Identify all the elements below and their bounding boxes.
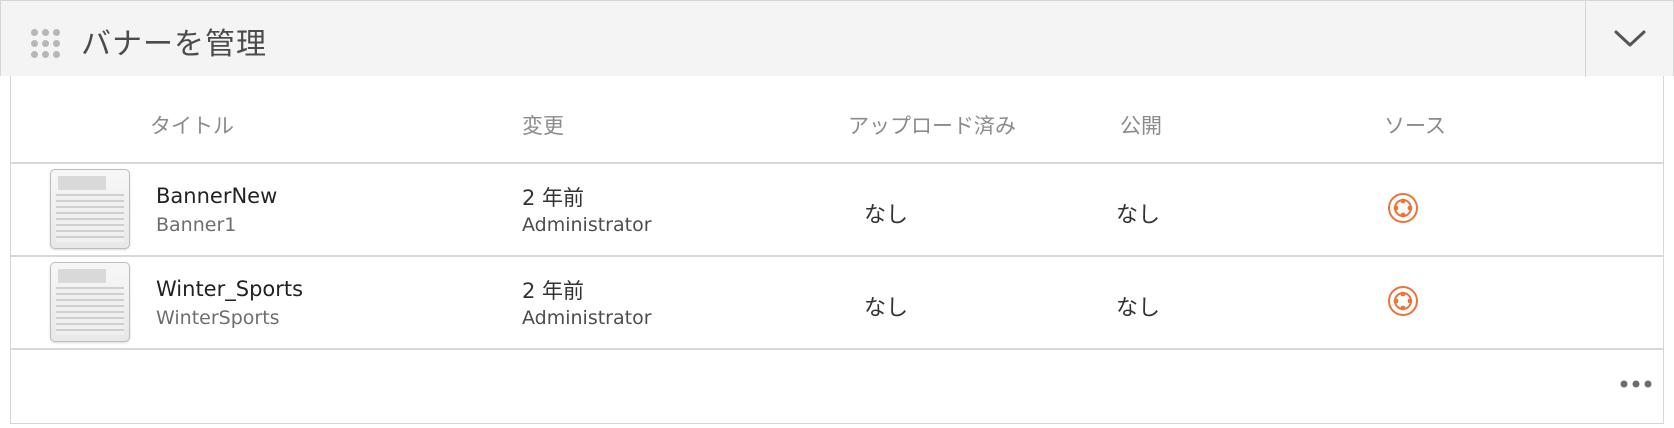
- row-modified-by: Administrator: [522, 307, 652, 329]
- source-badge-icon: [1388, 193, 1418, 223]
- drag-grip-icon[interactable]: [31, 29, 61, 59]
- more-ellipsis-icon: [1620, 380, 1652, 388]
- row-name: WinterSports: [156, 307, 280, 329]
- column-header-uploaded[interactable]: アップロード済み: [848, 110, 1016, 140]
- row-name: Banner1: [156, 214, 237, 236]
- row-published: なし: [1116, 296, 1161, 321]
- chevron-down-icon: [1614, 30, 1645, 47]
- row-uploaded: なし: [864, 296, 909, 321]
- banner-thumbnail[interactable]: [50, 169, 130, 249]
- source-badge-icon: [1388, 286, 1418, 316]
- card-title: バナーを管理: [81, 27, 267, 62]
- column-header-title[interactable]: タイトル: [150, 110, 234, 140]
- more-button[interactable]: [1616, 372, 1656, 396]
- row-title[interactable]: BannerNew: [156, 184, 277, 208]
- column-header-source[interactable]: ソース: [1384, 110, 1446, 140]
- column-header-modified[interactable]: 変更: [522, 110, 564, 140]
- row-modified-time: 2 年前: [522, 186, 585, 210]
- row-published: なし: [1116, 203, 1161, 228]
- row-title[interactable]: Winter_Sports: [156, 277, 303, 301]
- card-header: バナーを管理: [0, 0, 1674, 77]
- row-modified-time: 2 年前: [522, 279, 585, 303]
- table-row[interactable]: BannerNew Banner1 2 年前 Administrator なし …: [10, 164, 1664, 257]
- row-modified-by: Administrator: [522, 214, 652, 236]
- table-row[interactable]: Winter_Sports WinterSports 2 年前 Administ…: [10, 257, 1664, 350]
- row-uploaded: なし: [864, 203, 909, 228]
- collapse-button[interactable]: [1585, 1, 1673, 77]
- column-header-published[interactable]: 公開: [1120, 110, 1162, 140]
- banner-thumbnail[interactable]: [50, 262, 130, 342]
